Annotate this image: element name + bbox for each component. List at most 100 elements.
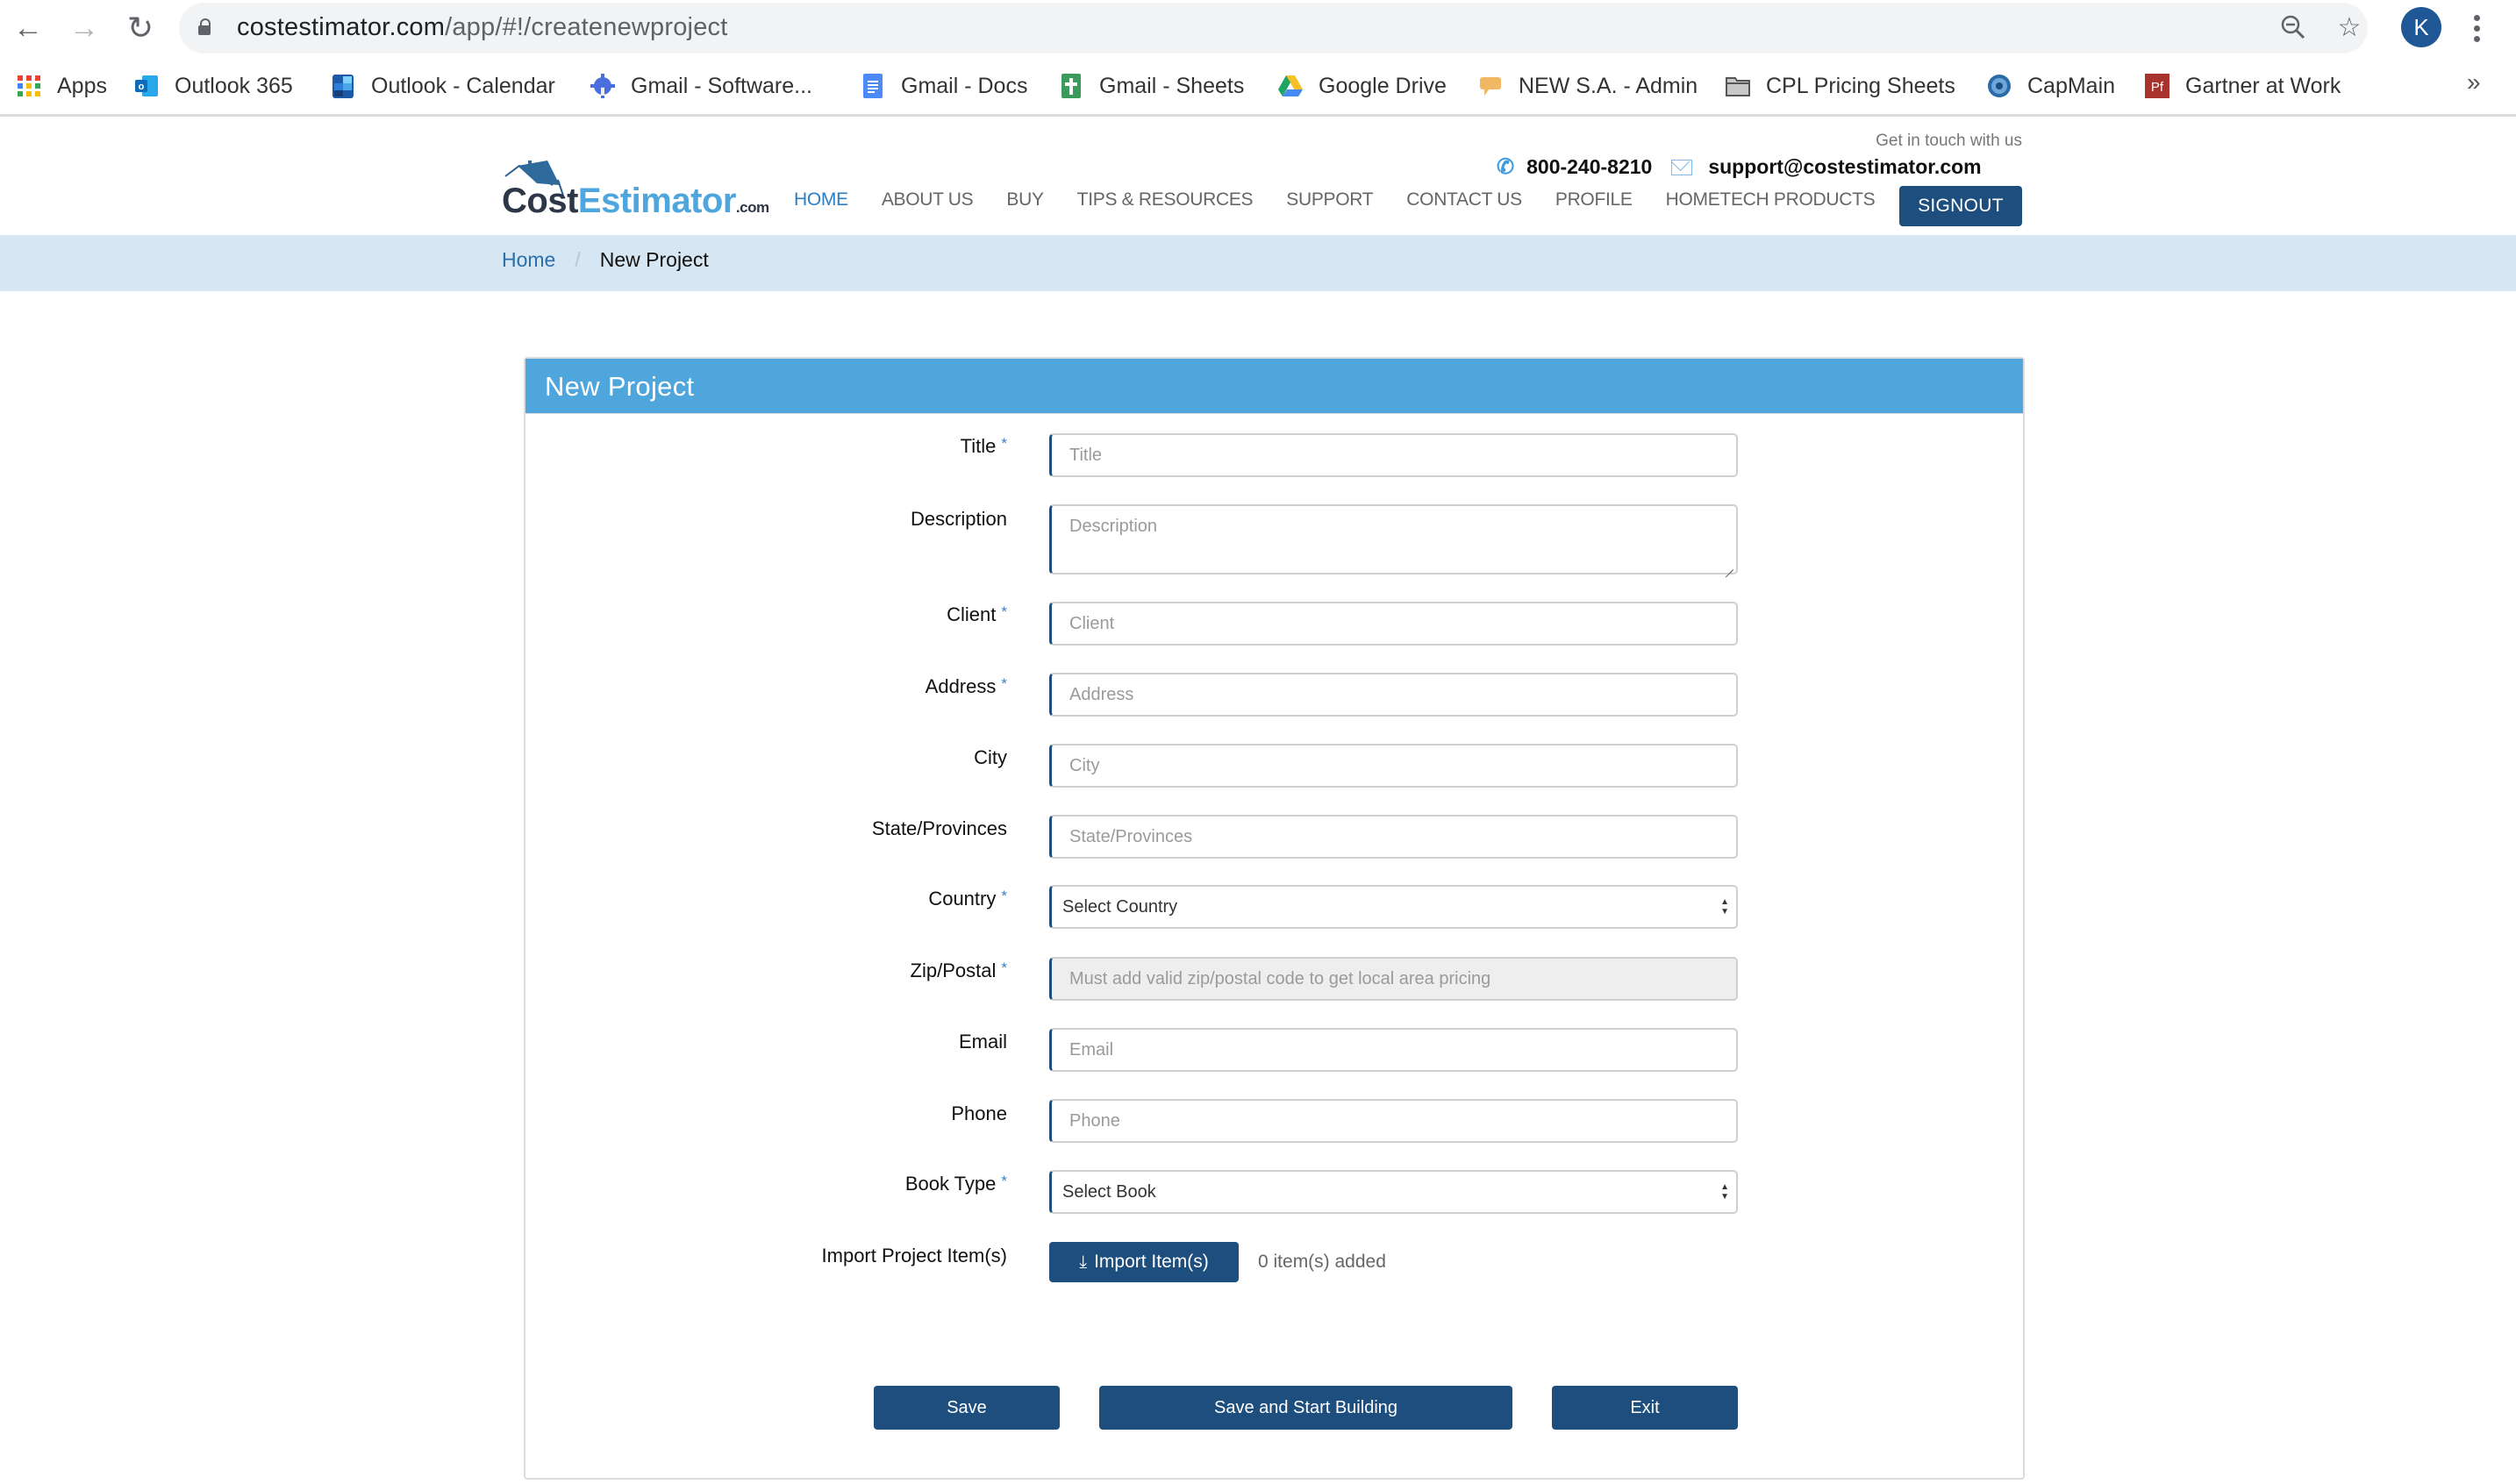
state-input[interactable] <box>1069 826 1736 847</box>
client-field[interactable] <box>1049 602 1738 646</box>
bookmark-gmail-sheets[interactable]: Gmail - Sheets <box>1058 70 1244 102</box>
label-email: Email <box>958 1031 1007 1052</box>
address-bar[interactable]: costestimator.com/app/#!/createnewprojec… <box>179 3 2368 54</box>
address-input[interactable] <box>1069 684 1736 705</box>
book-type-select[interactable]: Select Book ▲ ▼ <box>1049 1170 1738 1214</box>
panel-title: New Project <box>545 371 695 402</box>
more-bookmarks-chevron-icon[interactable]: » <box>2467 68 2481 96</box>
required-mark: * <box>1001 675 1007 692</box>
costestimator-logo[interactable]: CostEstimator.com <box>502 161 770 222</box>
svg-text:Pf: Pf <box>2151 80 2164 95</box>
label-title: Title * <box>960 435 1007 457</box>
svg-text:o: o <box>139 82 145 92</box>
gear-wrench-icon <box>590 73 616 99</box>
bookmark-label: Gartner at Work <box>2185 73 2341 98</box>
label-import-items: Import Project Item(s) <box>821 1245 1007 1266</box>
country-select[interactable]: Select Country ▲ ▼ <box>1049 885 1738 929</box>
label-description: Description <box>910 508 1007 530</box>
main-nav: HOME ABOUT US BUY TIPS & RESOURCES SUPPO… <box>794 189 1908 210</box>
contact-info: ✆ 800-240-8210 support@costestimator.com <box>1497 154 1982 180</box>
city-field[interactable] <box>1049 744 1738 788</box>
google-sheets-icon <box>1058 73 1084 99</box>
google-drive-icon <box>1277 73 1304 99</box>
bookmark-outlook-calendar[interactable]: Outlook - Calendar <box>330 70 555 102</box>
envelope-icon <box>1671 159 1693 175</box>
nav-contact-us[interactable]: CONTACT US <box>1406 189 1522 210</box>
more-menu-icon[interactable] <box>2463 9 2490 47</box>
title-field[interactable] <box>1049 433 1738 477</box>
bookmark-label: Outlook 365 <box>175 73 293 98</box>
phone-field[interactable] <box>1049 1099 1738 1143</box>
required-mark: * <box>1001 435 1007 452</box>
bookmark-label: NEW S.A. - Admin <box>1519 73 1698 98</box>
nav-hometech-products[interactable]: HOMETECH PRODUCTS <box>1666 189 1876 210</box>
phone-number[interactable]: 800-240-8210 <box>1526 155 1652 179</box>
zoom-out-icon[interactable] <box>2276 10 2311 45</box>
bookmark-capmain[interactable]: CapMain <box>1986 70 2115 102</box>
title-input[interactable] <box>1069 445 1736 466</box>
bookmark-label: Gmail - Docs <box>901 73 1028 98</box>
chat-bubble-icon <box>1477 73 1504 99</box>
bookmark-gmail-software[interactable]: Gmail - Software... <box>590 70 812 102</box>
profile-avatar[interactable]: K <box>2401 7 2441 47</box>
city-input[interactable] <box>1069 755 1736 776</box>
zip-field[interactable] <box>1049 957 1738 1001</box>
bookmark-apps[interactable]: Apps <box>16 70 107 102</box>
description-textarea[interactable] <box>1069 517 1736 566</box>
forward-arrow-icon[interactable]: → <box>65 9 104 47</box>
download-icon: ⤓ <box>1079 1252 1088 1272</box>
save-button[interactable]: Save <box>874 1386 1060 1430</box>
import-items-label: Import Item(s) <box>1094 1252 1209 1272</box>
required-mark: * <box>1001 603 1007 620</box>
nav-about-us[interactable]: ABOUT US <box>882 189 974 210</box>
bookmarks-bar: Apps o Outlook 365 Outlook - Calendar Gm… <box>0 58 2516 117</box>
support-email[interactable]: support@costestimator.com <box>1708 155 1981 179</box>
bookmark-label: Outlook - Calendar <box>371 73 555 98</box>
bookmark-cpl-pricing-sheets[interactable]: CPL Pricing Sheets <box>1725 70 1955 102</box>
import-items-button[interactable]: ⤓ Import Item(s) <box>1049 1242 1239 1282</box>
label-city: City <box>974 746 1007 768</box>
bookmark-label: Gmail - Software... <box>631 73 812 98</box>
label-address: Address * <box>925 675 1007 697</box>
bookmark-label: Apps <box>57 73 107 98</box>
google-docs-icon <box>860 73 886 99</box>
nav-profile[interactable]: PROFILE <box>1555 189 1633 210</box>
resize-handle-icon[interactable] <box>1725 561 1733 570</box>
client-input[interactable] <box>1069 613 1736 634</box>
reload-icon[interactable]: ↻ <box>121 9 160 47</box>
email-input[interactable] <box>1069 1039 1736 1060</box>
label-phone: Phone <box>951 1102 1007 1124</box>
required-mark: * <box>1001 888 1007 904</box>
back-arrow-icon[interactable]: ← <box>9 9 47 47</box>
nav-tips-resources[interactable]: TIPS & RESOURCES <box>1077 189 1254 210</box>
url-text[interactable]: costestimator.com/app/#!/createnewprojec… <box>237 13 727 42</box>
nav-buy[interactable]: BUY <box>1006 189 1044 210</box>
bookmark-google-drive[interactable]: Google Drive <box>1277 70 1447 102</box>
signout-button[interactable]: SIGNOUT <box>1899 186 2022 226</box>
bookmark-gartner[interactable]: Pf Gartner at Work <box>2144 70 2341 102</box>
save-and-start-building-button[interactable]: Save and Start Building <box>1099 1386 1512 1430</box>
description-field[interactable] <box>1049 504 1738 574</box>
bookmark-label: CapMain <box>2027 73 2116 98</box>
nav-home[interactable]: HOME <box>794 189 848 210</box>
breadcrumb-home-link[interactable]: Home <box>502 248 555 272</box>
bookmark-new-sa-admin[interactable]: NEW S.A. - Admin <box>1477 70 1698 102</box>
bookmark-outlook-365[interactable]: o Outlook 365 <box>133 70 293 102</box>
bookmark-label: CPL Pricing Sheets <box>1766 73 1955 98</box>
breadcrumb-separator: / <box>575 248 581 271</box>
bookmark-gmail-docs[interactable]: Gmail - Docs <box>860 70 1027 102</box>
bookmark-star-icon[interactable]: ☆ <box>2332 10 2367 45</box>
zip-input[interactable] <box>1069 968 1736 989</box>
nav-support[interactable]: SUPPORT <box>1286 189 1373 210</box>
apps-grid-icon <box>16 73 42 99</box>
state-field[interactable] <box>1049 815 1738 859</box>
address-field[interactable] <box>1049 673 1738 717</box>
select-arrows-icon: ▲ ▼ <box>1720 897 1729 917</box>
exit-button[interactable]: Exit <box>1552 1386 1738 1430</box>
breadcrumb-bar: Home / New Project <box>0 235 2516 291</box>
book-type-selected-value: Select Book <box>1062 1181 1156 1202</box>
items-added-count: 0 item(s) added <box>1258 1252 1386 1272</box>
phone-input[interactable] <box>1069 1110 1736 1131</box>
outlook-icon: o <box>133 73 160 99</box>
email-field[interactable] <box>1049 1028 1738 1072</box>
